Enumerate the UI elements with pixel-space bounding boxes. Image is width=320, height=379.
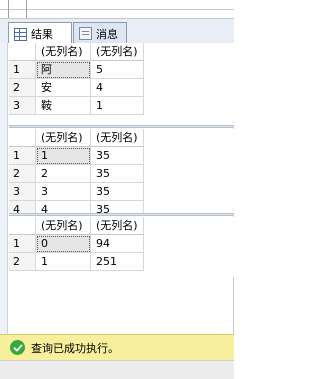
table-cell-selected[interactable]: 阿 [36,61,91,79]
result-grid-3[interactable]: (无列名) (无列名) 1 0 94 2 1 251 [9,217,234,277]
column-header[interactable]: (无列名) [91,217,144,235]
column-header[interactable]: (无列名) [36,129,91,147]
table-cell-selected[interactable]: 1 [36,147,91,165]
table-row[interactable]: 1 阿 5 [9,61,234,79]
separator-line [0,9,234,10]
column-header[interactable]: (无列名) [91,43,144,61]
row-number[interactable]: 1 [9,235,36,253]
row-header-corner[interactable] [9,217,36,235]
tab-messages-label: 消息 [96,27,118,41]
success-check-icon [10,340,25,355]
tab-messages[interactable]: 消息 [73,22,127,44]
left-gutter [0,43,8,334]
splitter-mark[interactable] [8,0,9,18]
table-row[interactable]: 4 4 35 [9,201,234,213]
table-cell[interactable]: 安 [36,79,91,97]
grid-splitter[interactable] [9,213,234,216]
grid-header-row: (无列名) (无列名) [9,129,234,147]
table-row[interactable]: 2 2 35 [9,165,234,183]
status-message: 查询已成功执行。 [31,341,119,355]
table-row[interactable]: 1 1 35 [9,147,234,165]
row-number[interactable]: 3 [9,97,36,115]
row-header-corner[interactable] [9,43,36,61]
result-grid-2[interactable]: (无列名) (无列名) 1 1 35 2 2 35 3 3 35 4 4 35 [9,129,234,213]
table-cell[interactable]: 3 [36,183,91,201]
table-row[interactable]: 3 3 35 [9,183,234,201]
row-number[interactable]: 2 [9,79,36,97]
grid-splitter[interactable] [9,125,234,128]
table-cell[interactable]: 5 [91,61,144,79]
grid-header-row: (无列名) (无列名) [9,217,234,235]
grid-icon [14,27,27,41]
document-icon [79,27,92,40]
results-tab-bar: 结果 消息 [0,18,234,45]
splitter-mark[interactable] [26,0,27,18]
table-cell[interactable]: 1 [36,253,91,271]
status-bar: 查询已成功执行。 [0,334,234,360]
table-row[interactable]: 2 1 251 [9,253,234,271]
table-cell-selected[interactable]: 0 [36,235,91,253]
table-cell[interactable]: 鞍 [36,97,91,115]
table-cell[interactable]: 4 [36,201,91,213]
table-cell[interactable]: 4 [91,79,144,97]
row-number[interactable]: 1 [9,147,36,165]
table-row[interactable]: 3 鞍 1 [9,97,234,115]
row-number[interactable]: 4 [9,201,36,213]
window-top-strip [0,0,234,18]
bottom-bar [0,360,234,379]
table-row[interactable]: 1 0 94 [9,235,234,253]
table-cell[interactable]: 35 [91,165,144,183]
column-header[interactable]: (无列名) [91,129,144,147]
column-header[interactable]: (无列名) [36,217,91,235]
table-cell[interactable]: 35 [91,183,144,201]
row-number[interactable]: 1 [9,61,36,79]
tab-results-label: 结果 [31,28,53,41]
results-pane: (无列名) (无列名) 1 阿 5 2 安 4 3 鞍 1 (无列名) (无列名… [0,43,234,334]
table-cell[interactable]: 1 [91,97,144,115]
table-cell[interactable]: 251 [91,253,144,271]
grid-header-row: (无列名) (无列名) [9,43,234,61]
table-row[interactable]: 2 安 4 [9,79,234,97]
row-header-corner[interactable] [9,129,36,147]
table-cell[interactable]: 2 [36,165,91,183]
table-cell[interactable]: 35 [91,201,144,213]
table-cell[interactable]: 94 [91,235,144,253]
table-cell[interactable]: 35 [91,147,144,165]
row-number[interactable]: 2 [9,165,36,183]
column-header[interactable]: (无列名) [36,43,91,61]
row-number[interactable]: 3 [9,183,36,201]
result-grid-1[interactable]: (无列名) (无列名) 1 阿 5 2 安 4 3 鞍 1 [9,43,234,125]
row-number[interactable]: 2 [9,253,36,271]
tab-results[interactable]: 结果 [8,22,72,45]
